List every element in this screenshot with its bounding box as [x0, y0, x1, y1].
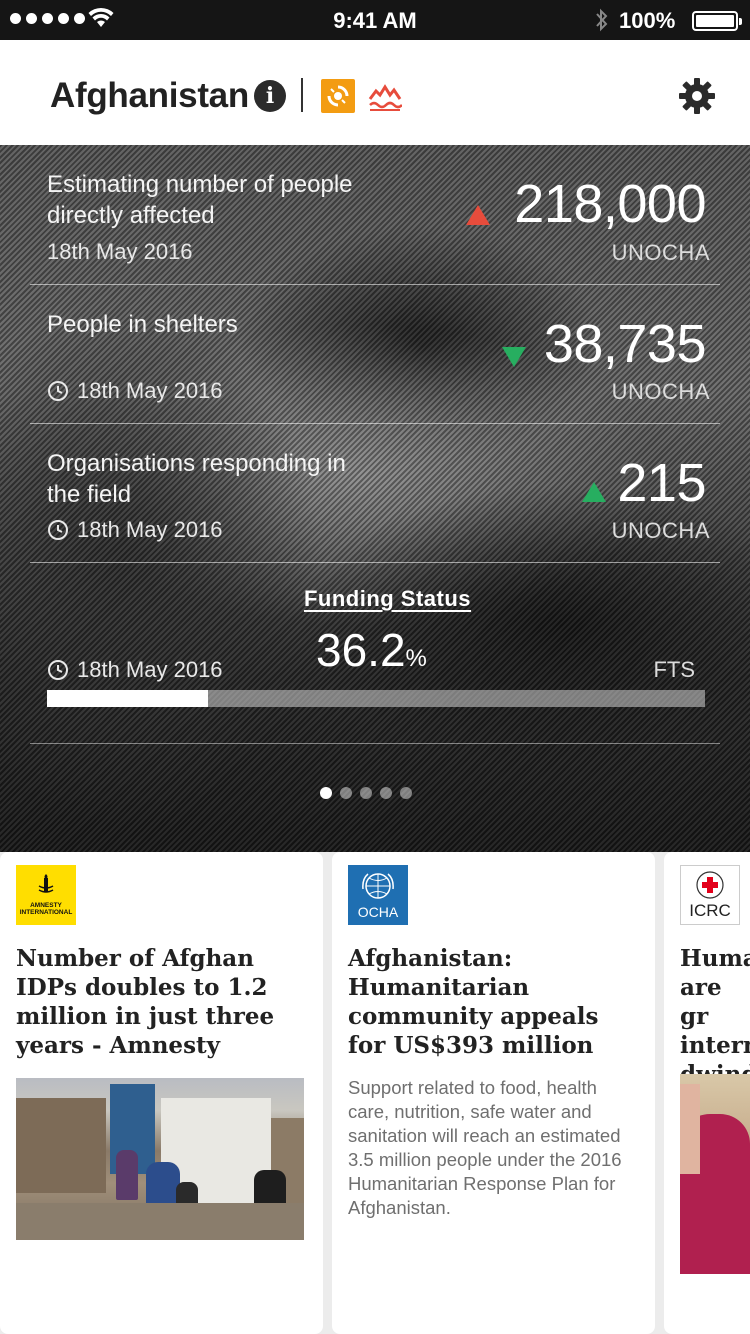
info-icon[interactable]: i	[254, 80, 286, 112]
icrc-logo-text: ICRC	[689, 900, 731, 920]
stat-date: 18th May 2016	[47, 517, 223, 543]
red-cross-icon	[696, 870, 724, 899]
funding-date-text: 18th May 2016	[77, 657, 223, 682]
page-dot[interactable]	[320, 787, 332, 799]
news-card-icrc[interactable]: ICRC Huma are gr intern dwind	[664, 852, 750, 1334]
page-dot[interactable]	[360, 787, 372, 799]
news-card-amnesty[interactable]: AMNESTY INTERNATIONAL Number of Afghan I…	[0, 852, 323, 1334]
page-dot[interactable]	[340, 787, 352, 799]
stat-date-text: 18th May 2016	[47, 239, 193, 264]
news-headline: Huma are gr intern dwind	[680, 945, 750, 1088]
gear-icon[interactable]	[678, 77, 716, 115]
funding-percent-number: 36.2	[316, 624, 406, 676]
stat-source: UNOCHA	[611, 240, 710, 265]
battery-icon	[692, 11, 742, 31]
page-title: Afghanistan	[50, 76, 249, 115]
funding-progress-bar	[47, 690, 705, 707]
un-emblem-icon	[362, 872, 394, 899]
hero-divider	[30, 743, 720, 744]
key-figures-carousel[interactable]: Estimating number of people directly aff…	[0, 145, 750, 852]
stat-source: UNOCHA	[611, 518, 710, 543]
page-dot[interactable]	[380, 787, 392, 799]
trend-down-icon	[502, 347, 526, 367]
amnesty-logo-icon: AMNESTY INTERNATIONAL	[16, 865, 76, 925]
header-divider	[301, 78, 303, 112]
news-summary: Support related to food, health care, nu…	[348, 1077, 622, 1218]
bluetooth-icon	[596, 8, 608, 32]
trend-up-icon	[466, 205, 490, 225]
stat-date: 18th May 2016	[47, 378, 223, 404]
funding-progress-fill	[47, 690, 209, 707]
funding-source: FTS	[653, 657, 695, 682]
funding-status-link[interactable]: Funding Status	[0, 586, 750, 612]
ocha-logo-text: OCHA	[357, 903, 399, 920]
stat-value: 215	[617, 453, 706, 513]
stat-label: Organisations responding in the field	[47, 450, 346, 508]
news-headline: Number of Afghan IDPs doubles to 1.2 mil…	[16, 945, 275, 1059]
funding-value: 36.2%	[316, 623, 427, 677]
clock-icon	[48, 520, 68, 540]
amnesty-logo-text: AMNESTY INTERNATIONAL	[19, 902, 73, 916]
stat-date-text: 18th May 2016	[77, 378, 223, 403]
clock-icon	[48, 381, 68, 401]
stat-value: 218,000	[514, 174, 706, 234]
funding-date: 18th May 2016	[47, 657, 223, 683]
stat-label: People in shelters	[47, 311, 238, 338]
stat-date-text: 18th May 2016	[77, 517, 223, 542]
stat-source: UNOCHA	[611, 379, 710, 404]
news-headline: Afghanistan: Humanitarian community appe…	[348, 945, 599, 1059]
funding-percent-unit: %	[405, 645, 427, 672]
news-photo	[680, 1074, 750, 1274]
stat-label: Estimating number of people directly aff…	[47, 171, 353, 229]
stat-date: 18th May 2016	[47, 239, 193, 265]
news-photo	[16, 1078, 304, 1240]
trend-up-icon	[582, 482, 606, 502]
page-dot[interactable]	[400, 787, 412, 799]
status-bar: 9:41 AM 100%	[0, 0, 750, 40]
candle-icon	[38, 874, 54, 893]
flood-icon[interactable]	[368, 79, 403, 113]
ocha-logo-icon: OCHA	[348, 865, 408, 925]
carousel-page-indicator[interactable]	[320, 787, 412, 799]
stat-people-in-shelters[interactable]: People in shelters 18th May 2016 38,735 …	[30, 285, 720, 424]
news-card-ocha[interactable]: OCHA Afghanistan: Humanitarian community…	[332, 852, 655, 1334]
stat-people-affected[interactable]: Estimating number of people directly aff…	[30, 145, 720, 285]
stat-organisations-responding[interactable]: Organisations responding in the field 18…	[30, 424, 720, 563]
crisis-type-icon[interactable]	[321, 79, 355, 113]
battery-percent: 100%	[619, 8, 676, 33]
news-cards-scroller[interactable]: AMNESTY INTERNATIONAL Number of Afghan I…	[0, 852, 750, 1334]
icrc-logo-icon: ICRC	[680, 865, 740, 925]
clock-icon	[48, 660, 68, 680]
stat-value: 38,735	[543, 314, 707, 374]
app-header: Afghanistan i	[0, 40, 750, 145]
